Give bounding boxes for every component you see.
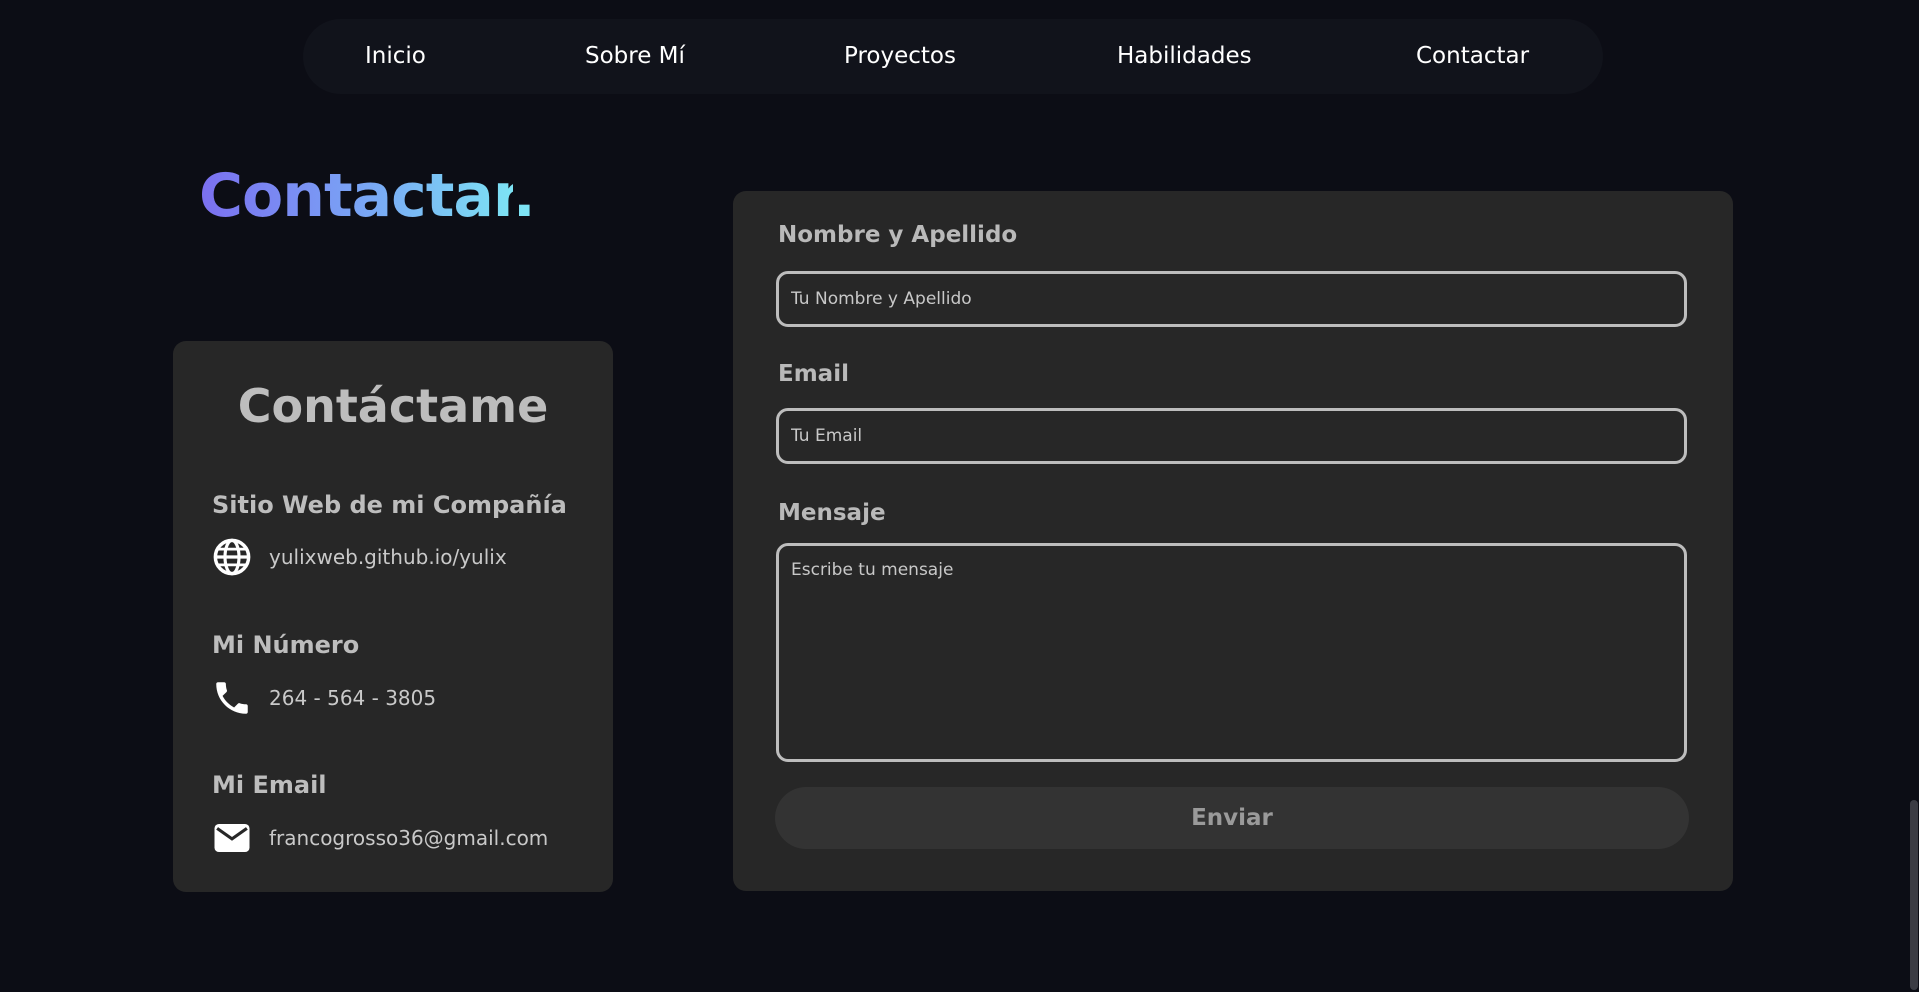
section-title-text: Contactar <box>199 161 514 231</box>
website-label: Sitio Web de mi Compañía <box>212 491 567 519</box>
globe-icon <box>213 538 251 576</box>
mail-icon <box>214 824 250 852</box>
message-textarea[interactable] <box>776 543 1687 762</box>
phone-icon <box>216 682 248 714</box>
send-button[interactable]: Enviar <box>775 787 1689 849</box>
name-field-label: Nombre y Apellido <box>778 222 1018 248</box>
contact-card-heading: Contáctame <box>237 379 549 433</box>
phone-label: Mi Número <box>212 631 360 659</box>
email-field-label: Email <box>778 361 849 387</box>
name-input[interactable] <box>776 271 1687 327</box>
email-label: Mi Email <box>212 771 327 799</box>
page: Inicio Sobre Mí Proyectos Habilidades Co… <box>0 0 1919 992</box>
message-field-label: Mensaje <box>778 500 886 526</box>
nav-item-proyectos[interactable]: Proyectos <box>844 19 956 94</box>
scrollbar-thumb[interactable] <box>1910 800 1918 990</box>
email-link[interactable]: francogrosso36@gmail.com <box>269 826 548 850</box>
section-title: Contactar. <box>199 153 536 239</box>
top-navigation: Inicio Sobre Mí Proyectos Habilidades Co… <box>303 19 1603 94</box>
nav-item-contactar[interactable]: Contactar <box>1416 19 1529 94</box>
contact-form: Nombre y Apellido Email Mensaje Enviar <box>733 191 1733 891</box>
scrollbar-track[interactable] <box>1908 0 1919 992</box>
website-link[interactable]: yulixweb.github.io/yulix <box>269 545 507 569</box>
phone-number: 264 - 564 - 3805 <box>269 686 437 710</box>
nav-item-sobre-mi[interactable]: Sobre Mí <box>585 19 685 94</box>
section-title-dot: . <box>512 161 536 231</box>
email-input[interactable] <box>776 408 1687 464</box>
contact-info-card: Contáctame Sitio Web de mi Compañía yuli… <box>173 341 613 892</box>
nav-item-habilidades[interactable]: Habilidades <box>1117 19 1252 94</box>
nav-item-inicio[interactable]: Inicio <box>365 19 426 94</box>
